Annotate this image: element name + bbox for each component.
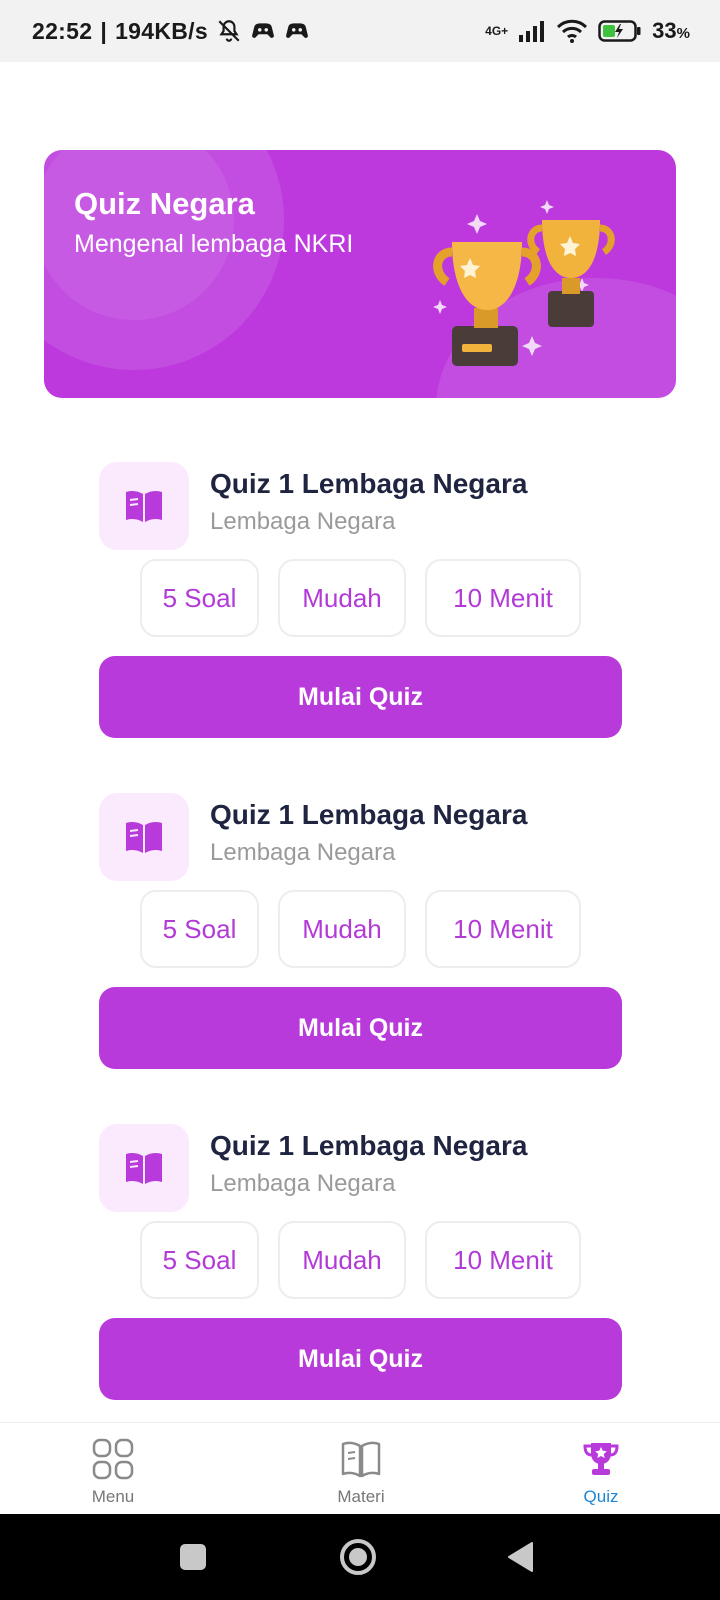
quiz-icon-box: [99, 793, 189, 881]
start-quiz-button[interactable]: Mulai Quiz: [99, 1318, 622, 1400]
battery-icon: [598, 20, 641, 42]
quiz-subtitle: Lembaga Negara: [210, 839, 396, 866]
duration-chip: 10 Menit: [425, 559, 581, 637]
quiz-subtitle: Lembaga Negara: [210, 508, 396, 535]
bottom-nav: Menu Materi Quiz: [0, 1422, 720, 1514]
status-bar: 22:52 | 194KB/s 4G+ 33%: [0, 0, 720, 62]
start-quiz-button[interactable]: Mulai Quiz: [99, 987, 622, 1069]
trophy-icon: [433, 200, 615, 366]
duration-chip: 10 Menit: [425, 1221, 581, 1299]
status-separator: |: [100, 17, 108, 44]
book-icon: [126, 821, 162, 853]
grid-icon: [92, 1438, 134, 1480]
quiz-icon-box: [99, 462, 189, 550]
home-button[interactable]: [334, 1514, 382, 1600]
status-right: 4G+ 33%: [485, 18, 690, 44]
game-controller-icon: [286, 23, 308, 38]
nav-item-menu[interactable]: Menu: [33, 1423, 193, 1515]
question-count-chip: 5 Soal: [140, 1221, 259, 1299]
quiz-card: Quiz 1 Lembaga Negara Lembaga Negara 5 S…: [99, 462, 622, 738]
quiz-title: Quiz 1 Lembaga Negara: [210, 468, 528, 499]
network-type: 4G+: [485, 24, 509, 38]
quiz-banner: Quiz Negara Mengenal lembaga NKRI: [44, 150, 676, 398]
nav-item-materi[interactable]: Materi: [281, 1423, 441, 1515]
signal-icon: [519, 21, 545, 42]
home-circle-icon: [340, 1539, 376, 1575]
book-icon: [126, 490, 162, 522]
quiz-card: Quiz 1 Lembaga Negara Lembaga Negara 5 S…: [99, 1124, 622, 1400]
question-count-chip: 5 Soal: [140, 559, 259, 637]
wifi-icon: [557, 19, 588, 43]
nav-item-quiz[interactable]: Quiz: [521, 1423, 681, 1515]
duration-chip: 10 Menit: [425, 890, 581, 968]
book-icon: [341, 1441, 381, 1478]
back-button[interactable]: [500, 1514, 540, 1600]
difficulty-chip: Mudah: [278, 1221, 406, 1299]
quiz-title: Quiz 1 Lembaga Negara: [210, 1130, 528, 1161]
start-quiz-button[interactable]: Mulai Quiz: [99, 656, 622, 738]
quiz-title: Quiz 1 Lembaga Negara: [210, 799, 528, 830]
book-icon: [126, 1152, 162, 1184]
game-controller-icon: [252, 23, 274, 38]
back-triangle-icon: [508, 1542, 533, 1572]
system-nav-bar: [0, 1514, 720, 1600]
status-speed: 194KB/s: [115, 17, 208, 44]
nav-label-menu: Menu: [91, 1487, 135, 1506]
nav-label-materi: Materi: [337, 1487, 385, 1506]
square-icon: [180, 1544, 206, 1570]
battery-percent: 33%: [652, 18, 690, 43]
bell-off-icon: [218, 20, 240, 42]
banner-subtitle: Mengenal lembaga NKRI: [74, 230, 354, 258]
trophy-icon: [583, 1443, 619, 1475]
banner-title: Quiz Negara: [74, 186, 255, 221]
nav-label-quiz: Quiz: [583, 1487, 619, 1506]
status-left: 22:52 | 194KB/s: [32, 18, 310, 45]
status-time: 22:52: [32, 17, 93, 44]
difficulty-chip: Mudah: [278, 559, 406, 637]
quiz-screen: 22:52 | 194KB/s 4G+ 33% Quiz Negara Meng…: [0, 0, 720, 1600]
difficulty-chip: Mudah: [278, 890, 406, 968]
quiz-card: Quiz 1 Lembaga Negara Lembaga Negara 5 S…: [99, 793, 622, 1069]
recent-apps-button[interactable]: [172, 1514, 214, 1600]
question-count-chip: 5 Soal: [140, 890, 259, 968]
quiz-subtitle: Lembaga Negara: [210, 1170, 396, 1197]
quiz-icon-box: [99, 1124, 189, 1212]
